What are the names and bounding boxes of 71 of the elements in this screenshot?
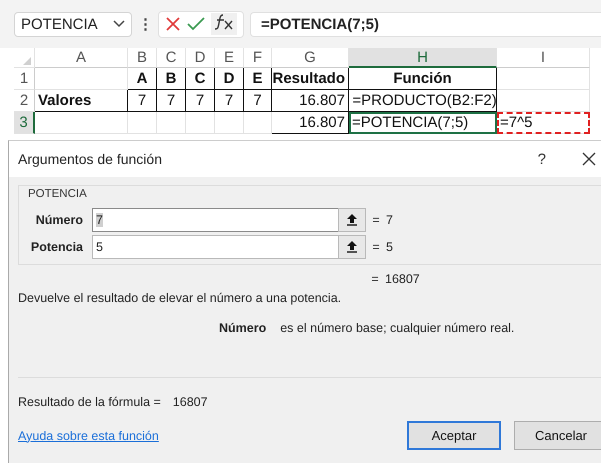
help-link[interactable]: Ayuda sobre esta función bbox=[18, 428, 394, 442]
table-cell[interactable] bbox=[35, 112, 128, 134]
table-cell[interactable]: 7 bbox=[215, 90, 244, 112]
table-cell[interactable] bbox=[128, 112, 157, 134]
table-cell[interactable]: D bbox=[215, 68, 244, 90]
table-cell[interactable]: 16.807 bbox=[272, 112, 349, 134]
group-label: POTENCIA bbox=[28, 188, 88, 200]
table-cell[interactable]: E bbox=[244, 68, 272, 90]
chevron-down-icon bbox=[113, 20, 125, 28]
column-header[interactable]: H bbox=[349, 48, 497, 68]
row-header[interactable]: 1 bbox=[14, 68, 35, 90]
argument-field[interactable]: 5 bbox=[92, 234, 338, 258]
table-cell[interactable]: B bbox=[157, 68, 186, 90]
function-description: Devuelve el resultado de elevar el número a una potencia. bbox=[18, 291, 342, 305]
table-cell[interactable] bbox=[215, 112, 244, 134]
check-icon[interactable] bbox=[187, 17, 205, 31]
column-header[interactable]: A bbox=[35, 48, 128, 68]
argument-label: Número bbox=[34, 212, 84, 226]
argument-value: 7 bbox=[386, 212, 394, 226]
column-header[interactable]: B bbox=[128, 48, 157, 68]
close-icon[interactable] bbox=[582, 152, 596, 166]
collapse-button[interactable] bbox=[338, 208, 366, 232]
table-cell[interactable] bbox=[35, 68, 128, 90]
table-cell[interactable]: Valores bbox=[35, 90, 128, 112]
table-cell[interactable]: 7 bbox=[128, 90, 157, 112]
equals-sign: = bbox=[370, 272, 380, 286]
argument-name: Número bbox=[219, 321, 266, 335]
table-cell[interactable]: C bbox=[186, 68, 215, 90]
table-cell[interactable] bbox=[497, 68, 590, 90]
column-header[interactable]: C bbox=[157, 48, 186, 68]
table-cell[interactable] bbox=[186, 112, 215, 134]
formula-result-value: 16807 bbox=[172, 395, 208, 409]
table-cell[interactable] bbox=[244, 112, 272, 134]
argument-field[interactable]: 7 bbox=[92, 208, 338, 232]
arrow-up-icon bbox=[346, 240, 358, 253]
result-value: 16807 bbox=[385, 272, 421, 286]
dialog-button[interactable]: Aceptar bbox=[407, 421, 501, 450]
dialog-button[interactable]: Cancelar bbox=[514, 421, 601, 450]
column-header[interactable]: D bbox=[186, 48, 215, 68]
table-cell[interactable]: 7 bbox=[157, 90, 186, 112]
table-cell[interactable]: Función bbox=[349, 68, 497, 90]
column-header[interactable]: F bbox=[244, 48, 272, 68]
dialog-title: Argumentos de función bbox=[18, 151, 163, 167]
formula-result-label: Resultado de la fórmula = bbox=[18, 395, 161, 409]
argument-description: es el número base; cualquier número real. bbox=[280, 321, 514, 335]
table-cell[interactable]: 7 bbox=[244, 90, 272, 112]
insert-function-button[interactable] bbox=[211, 13, 237, 35]
argument-label: Potencia bbox=[30, 240, 84, 254]
row-header[interactable]: 3 bbox=[14, 112, 35, 134]
column-header[interactable]: E bbox=[215, 48, 244, 68]
table-cell[interactable]: =7^5 bbox=[497, 112, 590, 134]
collapse-button[interactable] bbox=[338, 234, 366, 258]
table-cell[interactable]: A bbox=[128, 68, 157, 90]
name-box[interactable]: POTENCIA bbox=[14, 12, 132, 36]
help-button[interactable]: ? bbox=[538, 150, 546, 168]
cancel-icon[interactable] bbox=[165, 16, 181, 32]
equals-sign: = bbox=[371, 212, 381, 226]
table-cell[interactable]: =PRODUCTO(B2:F2) bbox=[349, 90, 497, 112]
arrow-up-icon bbox=[346, 213, 358, 226]
column-header[interactable]: I bbox=[497, 48, 590, 68]
equals-sign: = bbox=[371, 240, 381, 254]
table-cell[interactable] bbox=[497, 90, 590, 112]
table-cell[interactable] bbox=[157, 112, 186, 134]
table-cell[interactable]: Resultado bbox=[272, 68, 349, 90]
table-cell[interactable]: 7 bbox=[186, 90, 215, 112]
formula-field[interactable]: =POTENCIA(7;5) bbox=[250, 12, 601, 36]
select-all-icon[interactable] bbox=[23, 54, 31, 66]
more-options-icon[interactable]: ⋮ bbox=[138, 15, 152, 33]
table-cell[interactable]: 16.807 bbox=[272, 90, 349, 112]
argument-value: 5 bbox=[386, 240, 394, 254]
table-cell[interactable]: =POTENCIA(7;5) bbox=[349, 112, 497, 134]
